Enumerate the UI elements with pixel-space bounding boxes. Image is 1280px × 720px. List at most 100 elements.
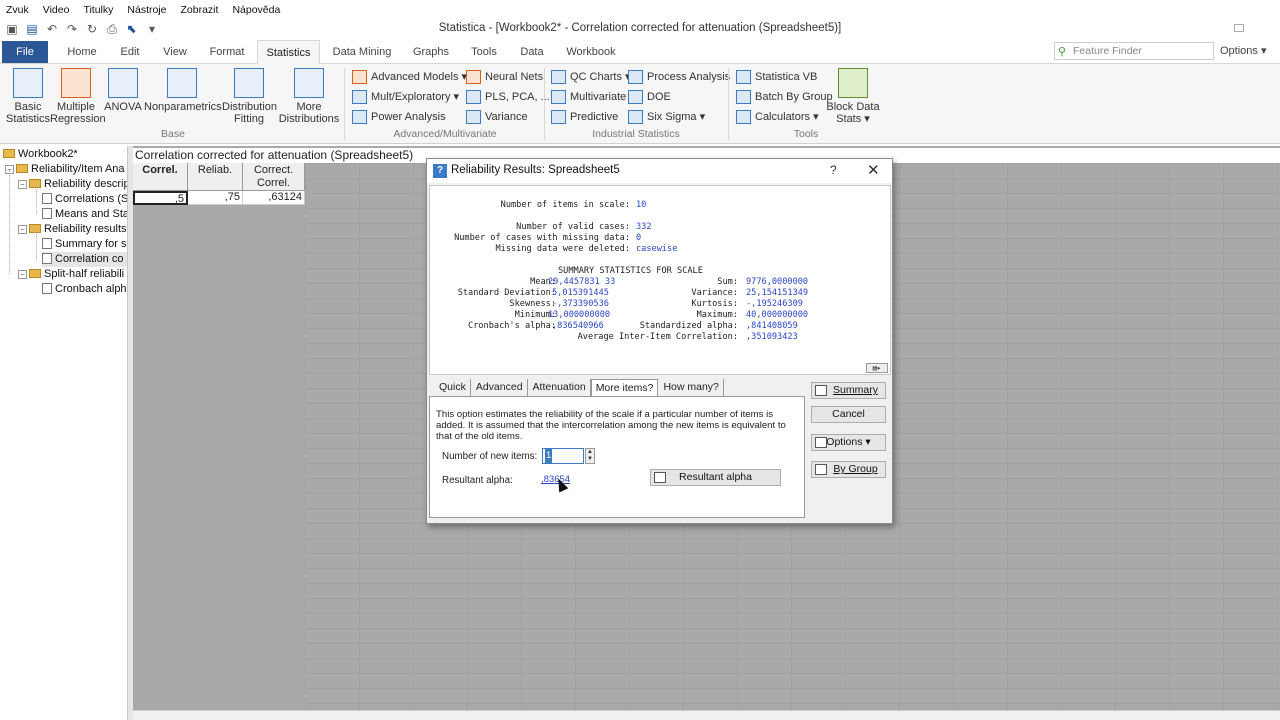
nonparametrics-button[interactable]: Nonparametrics [144, 68, 222, 113]
collapse-icon[interactable]: − [18, 270, 27, 279]
help-button[interactable]: ? [830, 163, 837, 177]
menu-titulky[interactable]: Titulky [76, 4, 120, 16]
more-distributions-icon [294, 68, 324, 98]
column-header-reliab[interactable]: Reliab. [188, 163, 243, 191]
workbook-tree: Workbook2* − Reliability/Item Ana − Reliab… [0, 146, 128, 720]
tree-item-split-half[interactable]: − Split-half reliabili [18, 267, 124, 282]
distribution-fitting-button[interactable]: Distribution Fitting [222, 68, 277, 125]
tree-item-cronbach[interactable]: Cronbach alph [42, 282, 127, 297]
batch-by-group-button[interactable]: Batch By Group [736, 88, 833, 106]
missing-value: 0 [636, 233, 642, 243]
tree-item-means[interactable]: Means and Sta [42, 207, 128, 222]
menu-zvuk[interactable]: Zvuk [0, 4, 36, 16]
cell-reliab[interactable]: ,75 [188, 191, 243, 205]
menu-zobrazit[interactable]: Zobrazit [174, 4, 226, 16]
options-button[interactable]: Options ▾ [811, 434, 886, 451]
basic-statistics-icon [13, 68, 43, 98]
tab-quick[interactable]: Quick [434, 379, 471, 397]
tree-item-reliability[interactable]: − Reliability/Item Ana [5, 162, 125, 177]
close-icon[interactable]: ✕ [867, 161, 880, 179]
collapse-icon[interactable]: − [18, 180, 27, 189]
pls-pca-button[interactable]: PLS, PCA, ... [466, 88, 550, 106]
tab-more-items[interactable]: More items? [590, 379, 659, 397]
summary-button[interactable]: Summary [811, 382, 886, 399]
predictive-label: Predictive [570, 111, 619, 123]
tab-home[interactable]: Home [62, 40, 102, 64]
n-items-value: 10 [636, 200, 647, 210]
kurt-value: -,195246309 [746, 299, 803, 309]
multivariate-button[interactable]: Multivariate [551, 88, 626, 106]
tab-file[interactable]: File [2, 41, 48, 63]
tree-label: Workbook2* [18, 148, 78, 160]
tree-item-workbook[interactable]: Workbook2* [3, 147, 78, 162]
output-options-icon[interactable]: ▤▸ [866, 363, 888, 373]
menu-napoveda[interactable]: Nápověda [225, 4, 287, 16]
column-header-correl[interactable]: Correl. [133, 163, 188, 191]
batch-by-group-icon [736, 90, 751, 104]
cancel-button[interactable]: Cancel [811, 406, 886, 423]
cell-correl[interactable]: ,5 [133, 191, 188, 205]
collapse-icon[interactable]: − [18, 225, 27, 234]
more-distributions-button[interactable]: More Distributions [278, 68, 340, 125]
max-label: Maximum: [696, 310, 738, 320]
tab-advanced[interactable]: Advanced [471, 379, 528, 397]
calculators-button[interactable]: Calculators ▾ [736, 108, 819, 126]
power-analysis-button[interactable]: Power Analysis [352, 108, 446, 126]
doe-button[interactable]: DOE [628, 88, 671, 106]
mult-exploratory-button[interactable]: Mult/Exploratory ▾ [352, 88, 459, 106]
tree-label: Means and Sta [55, 208, 128, 220]
advanced-models-button[interactable]: Advanced Models ▾ [352, 68, 467, 86]
tab-tools[interactable]: Tools [464, 40, 504, 64]
process-analysis-button[interactable]: Process Analysis [628, 68, 730, 86]
tab-graphs[interactable]: Graphs [408, 40, 454, 64]
horizontal-scrollbar[interactable] [133, 710, 1280, 720]
restore-icon[interactable] [1234, 24, 1244, 32]
feature-finder-input[interactable]: ⚲ Feature Finder [1054, 42, 1214, 60]
tree-item-correlations[interactable]: Correlations (S [42, 192, 127, 207]
tab-data-mining[interactable]: Data Mining [328, 40, 396, 64]
multiple-regression-button[interactable]: Multiple Regression [50, 68, 106, 125]
resultant-alpha-button[interactable]: Resultant alpha [650, 469, 781, 486]
tab-view[interactable]: View [156, 40, 194, 64]
more-distributions-label-2: Distributions [278, 113, 340, 125]
statistica-vb-button[interactable]: Statistica VB [736, 68, 817, 86]
tree-item-correlation-corrected[interactable]: Correlation co [42, 252, 127, 267]
tree-item-reliability-descriptives[interactable]: − Reliability descrip [18, 177, 128, 192]
tab-statistics[interactable]: Statistics [257, 40, 320, 65]
column-header-corrected[interactable]: Correct. Correl. [243, 163, 305, 191]
cell-corrected[interactable]: ,63124 [243, 191, 305, 205]
tree-item-reliability-results[interactable]: − Reliability results [18, 222, 127, 237]
tab-format[interactable]: Format [204, 40, 250, 64]
tab-attenuation[interactable]: Attenuation [528, 379, 591, 397]
advanced-models-icon [352, 70, 367, 84]
tree-label: Reliability descrip [44, 178, 128, 190]
anova-button[interactable]: ANOVA [104, 68, 142, 113]
tree-item-summary[interactable]: Summary for s [42, 237, 127, 252]
tab-edit[interactable]: Edit [112, 40, 148, 64]
menu-nastroje[interactable]: Nástroje [120, 4, 173, 16]
tab-workbook[interactable]: Workbook [562, 40, 620, 64]
menu-video[interactable]: Video [36, 4, 77, 16]
neural-nets-icon [466, 70, 481, 84]
qc-charts-button[interactable]: QC Charts ▾ [551, 68, 631, 86]
std-alpha-value: ,841408059 [746, 321, 798, 331]
new-items-input[interactable]: 1 [542, 448, 584, 464]
options-label: Options [1220, 45, 1258, 57]
std-alpha-label: Standardized alpha: [639, 321, 738, 331]
summary-icon [815, 385, 827, 396]
options-menu[interactable]: Options ▾ [1220, 44, 1267, 57]
neural-nets-button[interactable]: Neural Nets [466, 68, 543, 86]
variance-button[interactable]: Variance [466, 108, 528, 126]
anova-label: ANOVA [104, 101, 142, 113]
summary-title: SUMMARY STATISTICS FOR SCALE [558, 266, 703, 276]
tab-data[interactable]: Data [512, 40, 552, 64]
six-sigma-button[interactable]: Six Sigma ▾ [628, 108, 705, 126]
tab-how-many[interactable]: How many? [658, 379, 724, 397]
basic-statistics-button[interactable]: Basic Statistics [6, 68, 50, 125]
max-value: 40,000000000 [746, 310, 809, 320]
predictive-button[interactable]: Predictive [551, 108, 618, 126]
by-group-button[interactable]: By Group [811, 461, 886, 478]
block-data-stats-button[interactable]: Block Data Stats ▾ [826, 68, 880, 125]
advanced-models-label: Advanced Models ▾ [371, 71, 468, 83]
new-items-spinner[interactable]: ▲ ▼ [585, 448, 595, 464]
